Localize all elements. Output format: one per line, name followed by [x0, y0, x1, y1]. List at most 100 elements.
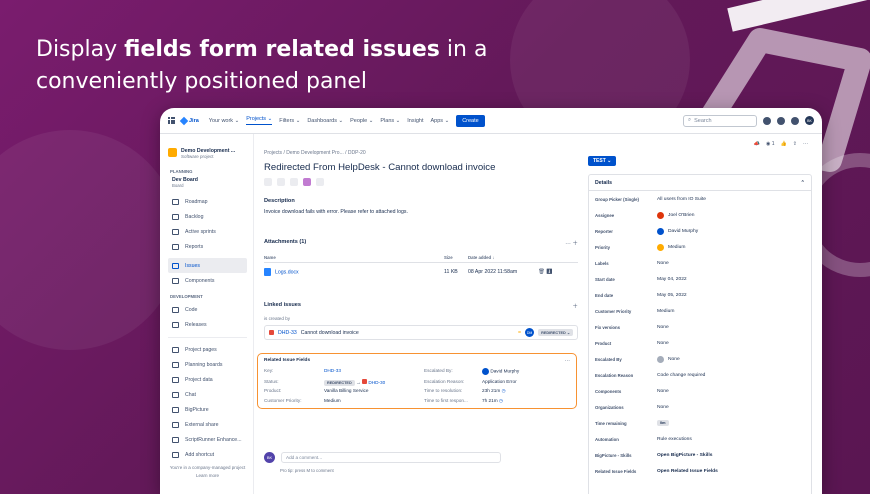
description-text[interactable]: Invoice download fails with error. Pleas… — [264, 209, 578, 215]
sidebar-item-active-sprints[interactable]: Active sprints — [168, 224, 247, 239]
child-issue-icon[interactable] — [277, 178, 285, 186]
sidebar-item-releases[interactable]: Releases — [168, 317, 247, 332]
detail-row[interactable]: Automation Rule executions — [589, 431, 811, 447]
detail-value[interactable]: Medium — [657, 309, 807, 314]
detail-value[interactable]: None — [657, 355, 807, 363]
user-avatar[interactable]: BK — [805, 116, 814, 125]
feedback-icon[interactable]: 📣 — [754, 141, 760, 147]
create-button[interactable]: Create — [456, 114, 485, 127]
detail-row[interactable]: Labels None — [589, 255, 811, 271]
detail-row[interactable]: Group Picker (Single) All users from IO S… — [589, 191, 811, 207]
detail-value[interactable]: None — [657, 405, 807, 410]
linked-issue-key[interactable]: DHD-33 — [278, 330, 297, 336]
detail-value[interactable]: None — [657, 341, 807, 346]
detail-value[interactable]: None — [657, 261, 807, 266]
detail-value[interactable]: Open Related Issue Fields — [657, 469, 807, 474]
detail-value[interactable]: None — [657, 325, 807, 330]
sidebar-item-external-share[interactable]: External share — [168, 417, 247, 432]
attachment-name[interactable]: Logs.docx — [275, 269, 299, 275]
detail-value[interactable]: May 04, 2022 — [657, 277, 807, 282]
more-icon[interactable] — [316, 178, 324, 186]
learn-more-link[interactable]: Learn more — [168, 473, 247, 478]
detail-row[interactable]: Reporter David Murphy — [589, 223, 811, 239]
collapse-icon[interactable]: ⌃ — [801, 180, 805, 186]
detail-row[interactable]: Organizations None — [589, 399, 811, 415]
sidebar-item-components[interactable]: Components — [168, 273, 247, 288]
nav-insight[interactable]: Insight — [407, 118, 423, 124]
detail-value[interactable]: May 05, 2022 — [657, 293, 807, 298]
nav-filters[interactable]: Filters ⌄ — [279, 118, 300, 124]
detail-value[interactable]: All users from IO Suite — [657, 197, 807, 202]
detail-row[interactable]: Customer Priority Medium — [589, 303, 811, 319]
rif-key-value[interactable]: DHD-33 — [324, 368, 424, 375]
linked-issue-status[interactable]: REDIRECTED ⌄ — [538, 329, 573, 336]
sidebar-item-backlog[interactable]: Backlog — [168, 209, 247, 224]
details-header[interactable]: Details ⌃ — [589, 175, 811, 191]
sidebar-item-chat[interactable]: Chat — [168, 387, 247, 402]
sidebar-item-reports[interactable]: Reports — [168, 239, 247, 254]
detail-value[interactable]: Joel O'Brien — [657, 211, 807, 219]
detail-value[interactable]: None — [657, 389, 807, 394]
add-link-icon[interactable]: ＋ — [572, 302, 578, 310]
detail-row[interactable]: Fix versions None — [589, 319, 811, 335]
sidebar-item-roadmap[interactable]: Roadmap — [168, 194, 247, 209]
more-icon[interactable]: ··· — [803, 141, 808, 147]
linked-issue-row[interactable]: DHD-33 Cannot download invoice = DM REDI… — [264, 325, 578, 340]
nav-apps[interactable]: Apps ⌄ — [431, 118, 450, 124]
breadcrumb[interactable]: Projects / Demo Development Pro... / DDP… — [264, 150, 578, 156]
sidebar-item-code[interactable]: Code — [168, 302, 247, 317]
detail-value[interactable]: 0m — [657, 420, 807, 426]
detail-row[interactable]: Escalated By None — [589, 351, 811, 367]
settings-icon[interactable] — [791, 116, 799, 125]
detail-row[interactable]: End date May 05, 2022 — [589, 287, 811, 303]
detail-row[interactable]: BigPicture - Skills Open BigPicture - Ski… — [589, 447, 811, 463]
nav-people[interactable]: People ⌄ — [350, 118, 373, 124]
sidebar-item-project-data[interactable]: Project data — [168, 372, 247, 387]
rif-status-target[interactable]: DHD-30 — [368, 380, 385, 385]
nav-projects[interactable]: Projects ⌄ — [246, 116, 273, 125]
linked-issue-summary[interactable]: Cannot download invoice — [301, 330, 514, 336]
like-icon[interactable]: 👍 — [781, 141, 787, 147]
detail-value[interactable]: Medium — [657, 243, 807, 251]
sidebar-item-add-shortcut[interactable]: Add shortcut — [168, 447, 247, 462]
status-button[interactable]: TEST ⌄ — [588, 156, 617, 166]
attachments-actions-icon[interactable]: ··· ＋ — [565, 239, 578, 247]
watch-icon[interactable]: ◉ 1 — [766, 141, 775, 147]
sidebar-item-issues[interactable]: Issues — [168, 258, 247, 273]
detail-row[interactable]: Time remaining 0m — [589, 415, 811, 431]
share-icon[interactable]: ⇪ — [793, 141, 797, 147]
sidebar-item-scriptrunner[interactable]: ScriptRunner Enhance... — [168, 432, 247, 447]
detail-value[interactable]: Open BigPicture - Skills — [657, 453, 807, 458]
sidebar-item-bigpicture[interactable]: BigPicture — [168, 402, 247, 417]
issue-title[interactable]: Redirected From HelpDesk - Cannot downlo… — [264, 162, 578, 173]
search-input[interactable]: ⌕ Search — [683, 114, 757, 127]
board-selector[interactable]: Dev Board Board — [168, 177, 247, 188]
sidebar-item-project-pages[interactable]: Project pages — [168, 342, 247, 357]
detail-row[interactable]: Start date May 04, 2022 — [589, 271, 811, 287]
link-issue-icon[interactable] — [290, 178, 298, 186]
nav-plans[interactable]: Plans ⌄ — [380, 118, 400, 124]
app-icon[interactable] — [303, 178, 311, 186]
table-row[interactable]: Logs.docx 11 KB 08 Apr 2022 11:58am 🗑 ⬇ — [264, 268, 578, 276]
detail-row[interactable]: Related Issue Fields Open Related Issue F… — [589, 463, 811, 479]
help-icon[interactable] — [777, 116, 785, 125]
panel-more-icon[interactable]: ··· — [565, 358, 570, 364]
detail-row[interactable]: Product None — [589, 335, 811, 351]
detail-row[interactable]: Escalation Reason Code change required — [589, 367, 811, 383]
app-switcher-icon[interactable] — [168, 117, 175, 124]
nav-dashboards[interactable]: Dashboards ⌄ — [307, 118, 343, 124]
attachment-actions[interactable]: 🗑 ⬇ — [538, 269, 578, 275]
detail-value[interactable]: Code change required — [657, 373, 807, 378]
nav-your-work[interactable]: Your work ⌄ — [209, 118, 239, 124]
jira-logo[interactable]: Jira — [179, 116, 199, 125]
sidebar-item-planning-boards[interactable]: Planning boards — [168, 357, 247, 372]
notifications-icon[interactable] — [763, 116, 771, 125]
detail-row[interactable]: Assignee Joel O'Brien — [589, 207, 811, 223]
detail-value[interactable]: David Murphy — [657, 227, 807, 235]
detail-row[interactable]: Components None — [589, 383, 811, 399]
comment-input[interactable]: Add a comment... — [281, 452, 501, 463]
attach-icon[interactable] — [264, 178, 272, 186]
project-header[interactable]: Demo Development ... Software project — [168, 148, 247, 159]
detail-row[interactable]: Priority Medium — [589, 239, 811, 255]
detail-value[interactable]: Rule executions — [657, 437, 807, 442]
